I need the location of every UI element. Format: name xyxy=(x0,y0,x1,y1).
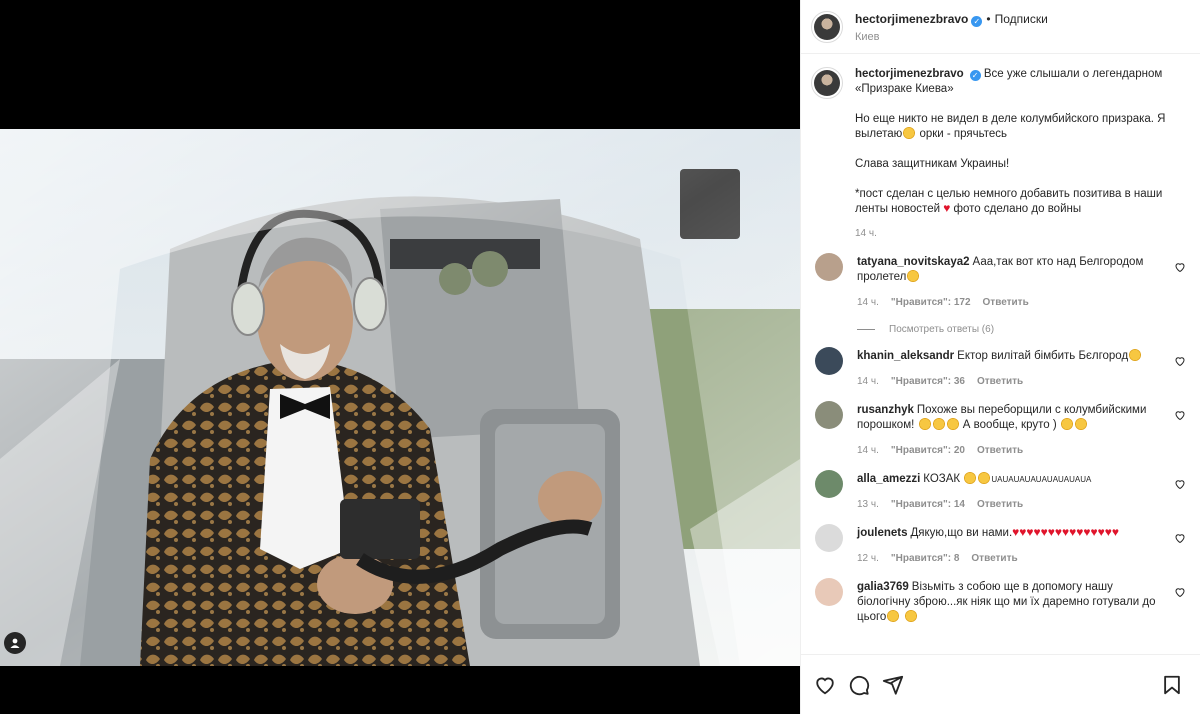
comment-time[interactable]: 12 ч. xyxy=(857,553,879,564)
reply-button[interactable]: Ответить xyxy=(983,297,1029,308)
comment-username[interactable]: joulenets xyxy=(857,527,907,539)
comment-likes[interactable]: "Нравится": 36 xyxy=(891,376,965,387)
comment-time[interactable]: 14 ч. xyxy=(857,445,879,456)
comment-item: khanin_aleksandr Ектор вилітай бімбить Бє… xyxy=(811,347,1186,389)
comment-item: galia3769 Візьміть з собою ще в допомогу … xyxy=(811,578,1186,625)
post-side-panel: hectorjimenezbravo ✓ • Подписки Киев hector… xyxy=(800,0,1200,714)
heart-icon[interactable] xyxy=(1174,355,1186,367)
view-replies-button[interactable]: Посмотреть ответы (6) xyxy=(857,324,1186,335)
post-action-bar xyxy=(801,654,1200,714)
verified-badge-icon: ✓ xyxy=(971,15,983,27)
comment-text-end: UAUAUAUAUAUAUAUAUA xyxy=(991,475,1092,484)
grimace-emoji-icon xyxy=(903,127,916,139)
comments-scroll-area[interactable]: hectorjimenezbravo ✓ Все уже слышали о ле… xyxy=(801,55,1200,654)
commenter-avatar[interactable] xyxy=(815,347,843,375)
comment-likes[interactable]: "Нравится": 172 xyxy=(891,297,971,308)
laughing-emoji-icon xyxy=(1129,349,1142,361)
laughing-emoji-icon xyxy=(887,610,900,622)
heart-icon[interactable] xyxy=(1174,532,1186,544)
user-tag-icon[interactable] xyxy=(4,632,26,654)
caption-text-2-end: орки - прячьтесь xyxy=(919,128,1008,140)
post-header: hectorjimenezbravo ✓ • Подписки Киев xyxy=(801,0,1200,54)
victory-hand-emoji-icon xyxy=(1060,418,1073,430)
instagram-post-modal: hectorjimenezbravo ✓ • Подписки Киев hector… xyxy=(0,0,1200,714)
comment-username[interactable]: rusanzhyk xyxy=(857,404,914,416)
comment-item: joulenets Дякую,що ви нами.♥♥♥♥♥♥♥♥♥♥♥♥♥♥… xyxy=(811,524,1186,566)
heart-icon[interactable] xyxy=(1174,586,1186,598)
share-icon[interactable] xyxy=(881,673,905,697)
comment-text: Ектор вилітай бімбить Бєлгород xyxy=(957,350,1129,362)
laughing-emoji-icon xyxy=(946,418,959,430)
caption-text-3: Слава защитникам Украины! xyxy=(855,158,1010,170)
comment-time[interactable]: 13 ч. xyxy=(857,499,879,510)
reply-button[interactable]: Ответить xyxy=(977,445,1023,456)
comment-likes[interactable]: "Нравится": 8 xyxy=(891,553,960,564)
red-heart-emoji-icon: ♥ xyxy=(943,201,951,215)
laughing-emoji-icon xyxy=(907,270,920,282)
commenter-avatar[interactable] xyxy=(815,470,843,498)
post-location[interactable]: Киев xyxy=(855,31,1048,44)
comment-time[interactable]: 14 ч. xyxy=(857,376,879,387)
laughing-emoji-icon xyxy=(918,418,931,430)
follow-button[interactable]: Подписки xyxy=(995,12,1048,26)
laughing-emoji-icon xyxy=(904,610,917,622)
commenter-avatar[interactable] xyxy=(815,253,843,281)
caption-text-4b: фото сделано до войны xyxy=(953,203,1082,215)
reply-button[interactable]: Ответить xyxy=(977,499,1023,510)
heart-icon[interactable] xyxy=(1174,478,1186,490)
heart-icon[interactable] xyxy=(1174,261,1186,273)
comment-item: tatyana_novitskaya2 Ааа,так вот кто над Б… xyxy=(811,253,1186,310)
comment-icon[interactable] xyxy=(847,673,871,697)
caption-author-avatar[interactable] xyxy=(811,67,843,99)
caption-timestamp: 14 ч. xyxy=(855,228,877,239)
comment-text-end: А вообще, круто ) xyxy=(962,419,1057,431)
caption-username[interactable]: hectorjimenezbravo xyxy=(855,68,964,80)
comment-time[interactable]: 14 ч. xyxy=(857,297,879,308)
surprised-emoji-icon xyxy=(964,472,977,484)
heart-icon[interactable] xyxy=(1174,409,1186,421)
laughing-emoji-icon xyxy=(932,418,945,430)
comment-likes[interactable]: "Нравится": 20 xyxy=(891,445,965,456)
comment-username[interactable]: tatyana_novitskaya2 xyxy=(857,256,970,268)
commenter-avatar[interactable] xyxy=(815,578,843,606)
comment-username[interactable]: alla_amezzi xyxy=(857,473,920,485)
verified-badge-icon: ✓ xyxy=(969,70,981,81)
comment-username[interactable]: galia3769 xyxy=(857,581,909,593)
commenter-avatar[interactable] xyxy=(815,401,843,429)
comment-likes[interactable]: "Нравится": 14 xyxy=(891,499,965,510)
sunglasses-emoji-icon xyxy=(1074,418,1087,430)
post-photo[interactable] xyxy=(0,129,800,666)
comment-text: Дякую,що ви нами. xyxy=(910,527,1013,539)
caption-text-2: Но еще никто не видел в деле колумбийско… xyxy=(855,113,1166,140)
reply-button[interactable]: Ответить xyxy=(971,553,1017,564)
red-hearts-emoji-icon: ♥♥♥♥♥♥♥♥♥♥♥♥♥♥♥ xyxy=(1012,525,1120,539)
post-caption: hectorjimenezbravo ✓ Все уже слышали о ле… xyxy=(811,67,1186,241)
commenter-avatar[interactable] xyxy=(815,524,843,552)
comment-text: КОЗАК xyxy=(923,473,961,485)
heart-icon[interactable] xyxy=(813,673,837,697)
post-media xyxy=(0,0,800,714)
comment-username[interactable]: khanin_aleksandr xyxy=(857,350,954,362)
reply-button[interactable]: Ответить xyxy=(977,376,1023,387)
heart-eyes-emoji-icon xyxy=(978,472,991,484)
separator-dot: • xyxy=(986,11,991,26)
comment-item: alla_amezzi КОЗАК UAUAUAUAUAUAUAUAUA 13 ч… xyxy=(811,470,1186,512)
author-avatar[interactable] xyxy=(811,10,843,43)
bookmark-icon[interactable] xyxy=(1160,673,1184,697)
author-username[interactable]: hectorjimenezbravo xyxy=(855,12,968,26)
comment-item: rusanzhyk Похоже вы переборщили с колумби… xyxy=(811,401,1186,458)
